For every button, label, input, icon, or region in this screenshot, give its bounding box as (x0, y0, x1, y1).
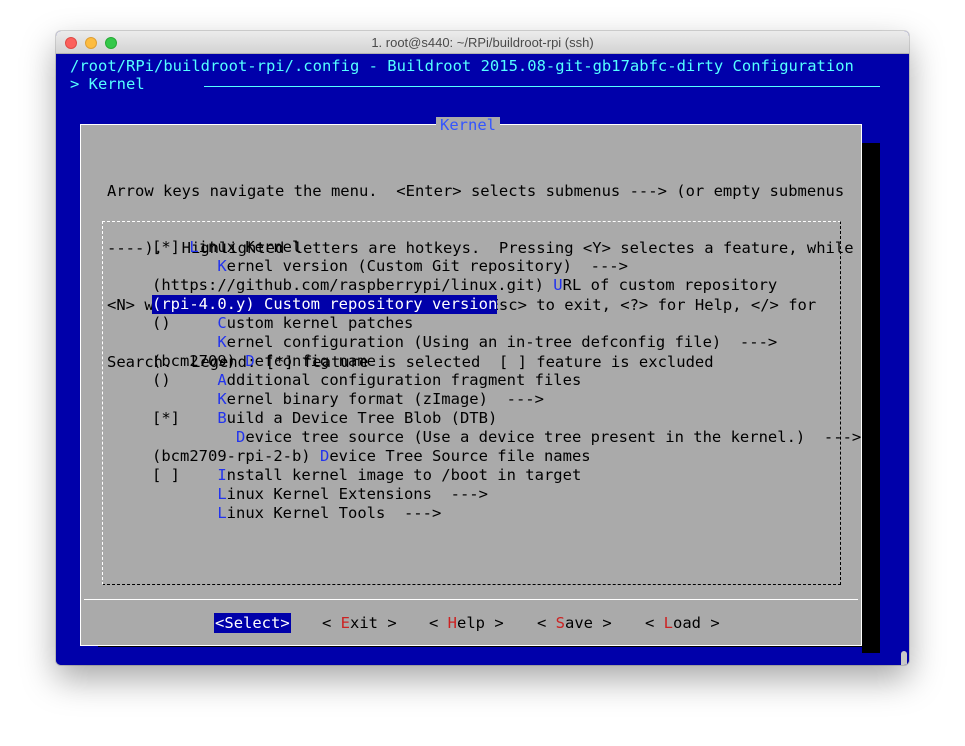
menu-item-hotkey: L (217, 504, 227, 522)
breadcrumb: > Kernel (70, 75, 145, 93)
menu-item-hotkey: D (245, 352, 255, 370)
menu-item[interactable]: Kernel configuration (Using an in-tree d… (152, 333, 777, 352)
button-label: oad (673, 614, 702, 632)
menu-item-label: ernel configuration (Using an in-tree de… (226, 333, 778, 351)
window-title: 1. root@s440: ~/RPi/buildroot-rpi (ssh) (371, 35, 594, 50)
menu-item-prefix: () (152, 371, 218, 389)
menu-item-prefix: (rpi-4.0.y) (152, 295, 264, 313)
menu-item-prefix: [ ] (152, 466, 218, 484)
title-bar: 1. root@s440: ~/RPi/buildroot-rpi (ssh) (56, 31, 909, 54)
menu-item-hotkey: K (217, 333, 227, 351)
menu-item[interactable]: (https://github.com/raspberrypi/linux.gi… (152, 276, 777, 295)
menu-item[interactable]: [*] Linux Kernel (152, 238, 301, 257)
menu-item-prefix: (bcm2709) (152, 352, 246, 370)
button-help[interactable]: < Help > (429, 613, 504, 633)
menu-item[interactable]: Kernel binary format (zImage) ---> (152, 390, 544, 409)
button-hotkey: L (663, 614, 674, 632)
button-bracket: > (378, 614, 397, 632)
button-bracket: > (701, 614, 720, 632)
button-bracket: > (485, 614, 504, 632)
button-load[interactable]: < Load > (645, 613, 720, 633)
menu-item-hotkey: U (553, 276, 563, 294)
button-bracket: < (537, 614, 556, 632)
menu-item-label: ustom kernel patches (226, 314, 414, 332)
menu-item[interactable]: (bcm2709-rpi-2-b) Device Tree Source fil… (152, 447, 591, 466)
menu-item-label: inux Kernel Tools ---> (226, 504, 442, 522)
menu-item[interactable]: (bcm2709) Defconfig name (152, 352, 376, 371)
menu-item-label: ernel version (Custom Git repository) --… (226, 257, 628, 275)
button-hotkey: S (555, 614, 566, 632)
button-hotkey: H (447, 614, 458, 632)
menu-item-hotkey: C (263, 295, 274, 313)
menu-item-prefix (152, 504, 217, 522)
menu-item-label: nstall kernel image to /boot in target (226, 466, 582, 484)
button-bracket: < (429, 614, 448, 632)
menu-item[interactable]: Kernel version (Custom Git repository) -… (152, 257, 628, 276)
button-bracket: < (215, 614, 225, 632)
button-exit[interactable]: < Exit > (322, 613, 397, 633)
menu-item-prefix (152, 428, 236, 446)
menu-item-label: ernel binary format (zImage) ---> (226, 390, 544, 408)
menu-item[interactable]: (rpi-4.0.y) Custom repository version (152, 295, 498, 314)
menu-item-label: evice tree source (Use a device tree pre… (245, 428, 862, 446)
menu-item-hotkey: D (319, 447, 330, 465)
button-bracket: < (645, 614, 664, 632)
dialog-shadow-right (862, 143, 880, 653)
menu-item-prefix (152, 333, 217, 351)
menu-item-label: inux Kernel Extensions ---> (226, 485, 488, 503)
menu-item-label: RL of custom repository (562, 276, 778, 294)
menu-item[interactable]: Linux Kernel Extensions ---> (152, 485, 488, 504)
menu-item-prefix (152, 485, 217, 503)
menu-item[interactable]: [*] Build a Device Tree Blob (DTB) (152, 409, 497, 428)
menu-item[interactable]: () Additional configuration fragment fil… (152, 371, 581, 390)
menu-item-hotkey: L (189, 238, 199, 256)
menu-item-hotkey: K (217, 257, 227, 275)
button-hotkey: E (340, 614, 351, 632)
menu-item-label: efconfig name (254, 352, 376, 370)
terminal-window: 1. root@s440: ~/RPi/buildroot-rpi (ssh) … (56, 31, 909, 665)
menu-item-hotkey: B (217, 409, 227, 427)
menu-item-hotkey: A (217, 371, 227, 389)
menu-item[interactable]: () Custom kernel patches (152, 314, 413, 333)
menu-item-hotkey: I (217, 466, 227, 484)
menu-item-hotkey: C (217, 314, 227, 332)
menu-item-label: dditional configuration fragment files (226, 371, 582, 389)
menu-item-prefix (152, 257, 217, 275)
menu-item-prefix: (bcm2709-rpi-2-b) (152, 447, 320, 465)
button-bracket: > (280, 614, 290, 632)
menu-item-hotkey: D (236, 428, 246, 446)
menu-item[interactable]: Linux Kernel Tools ---> (152, 504, 441, 523)
scrollbar-thumb[interactable] (901, 651, 907, 665)
terminal-content[interactable]: /root/RPi/buildroot-rpi/.config - Buildr… (56, 55, 909, 665)
menu-item-label: inux Kernel (198, 238, 302, 256)
button-save[interactable]: < Save > (537, 613, 612, 633)
button-bracket: < (322, 614, 341, 632)
menu-item[interactable]: [ ] Install kernel image to /boot in tar… (152, 466, 581, 485)
menu-item-label: evice Tree Source file names (329, 447, 591, 465)
menu-item-prefix: [*] (152, 409, 218, 427)
button-label: elp (457, 614, 486, 632)
button-label: xit (350, 614, 379, 632)
button-select[interactable]: <Select> (214, 613, 291, 633)
button-label: ave (565, 614, 594, 632)
config-path-header: /root/RPi/buildroot-rpi/.config - Buildr… (70, 57, 854, 75)
button-label: elect (233, 614, 281, 632)
menu-item-hotkey: L (217, 485, 227, 503)
menu-item-prefix: [*] (152, 238, 190, 256)
button-bracket: > (593, 614, 612, 632)
dialog-title: Kernel (436, 117, 500, 134)
menuconfig-dialog: Kernel Arrow keys navigate the menu. <En… (80, 117, 862, 646)
menu-item-prefix: () (152, 314, 218, 332)
menu-item-label: uild a Device Tree Blob (DTB) (226, 409, 498, 427)
button-hotkey: S (224, 614, 234, 632)
menu-item-prefix: (https://github.com/raspberrypi/linux.gi… (152, 276, 554, 294)
button-separator (84, 599, 858, 600)
menu-item-prefix (152, 390, 217, 408)
menu-item-hotkey: K (217, 390, 227, 408)
header-divider (204, 86, 880, 87)
menu-item[interactable]: Device tree source (Use a device tree pr… (152, 428, 861, 447)
menu-item-label: ustom repository version (273, 295, 498, 313)
help-line: Arrow keys navigate the menu. <Enter> se… (107, 182, 845, 200)
